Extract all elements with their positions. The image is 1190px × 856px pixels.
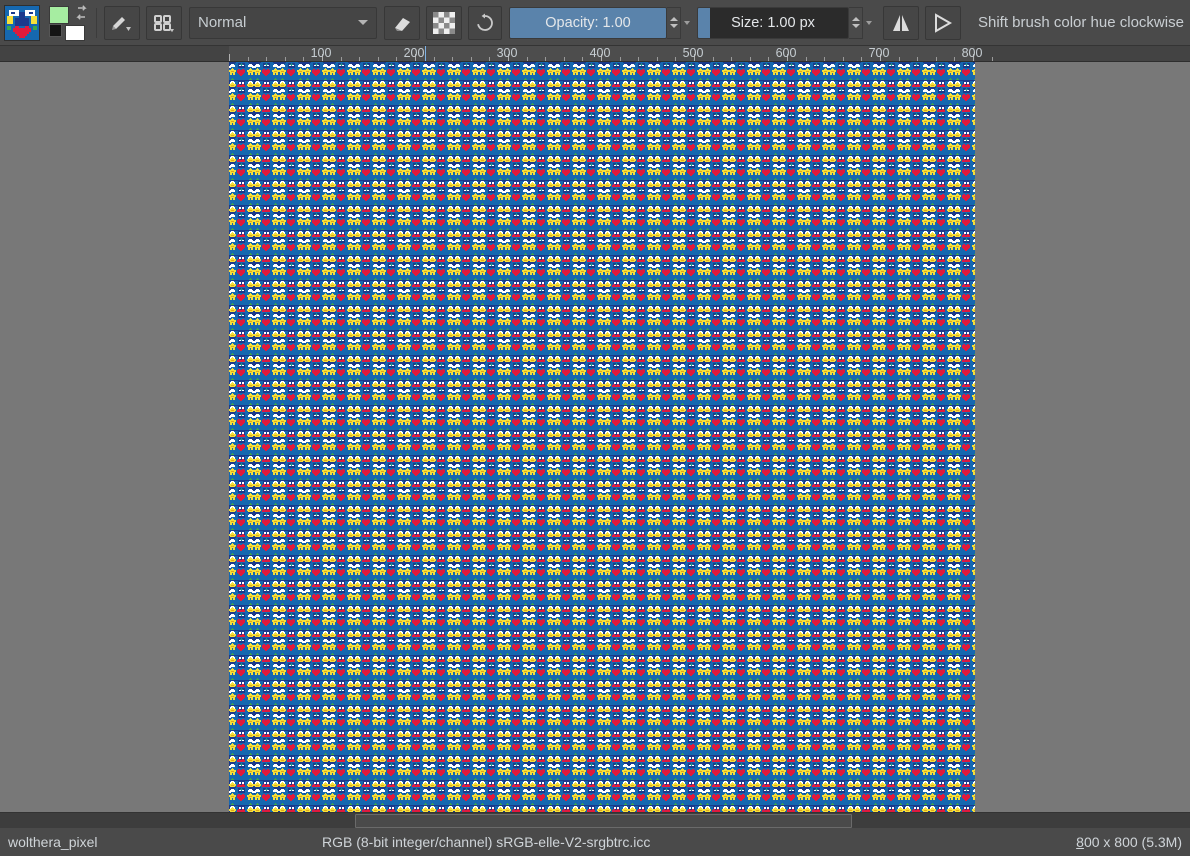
ruler-tick-minor (471, 57, 472, 61)
ruler-tick-minor (303, 57, 304, 61)
toolbar-separator (96, 8, 97, 38)
ruler-tick-minor (564, 57, 565, 61)
horizontal-scrollbar[interactable] (0, 812, 1190, 828)
brush-preset-thumbnail[interactable] (4, 5, 40, 41)
foreground-color-swatch[interactable] (49, 6, 69, 24)
ruler-label: 100 (311, 46, 332, 61)
ruler-tick-minor (657, 57, 658, 61)
ruler-tick-minor (954, 57, 955, 61)
ruler-tick-minor (341, 57, 342, 61)
status-bar: wolthera_pixel RGB (8-bit integer/channe… (0, 828, 1190, 856)
ruler-label: 600 (776, 46, 797, 61)
opacity-slider[interactable]: Opacity: 1.00 (509, 7, 667, 39)
opacity-value: Opacity: 1.00 (545, 15, 630, 31)
foreground-background-color-selector[interactable] (46, 3, 92, 43)
ruler-tick-minor (266, 57, 267, 61)
size-options-caret-icon[interactable] (863, 21, 875, 25)
reset-colors-icon[interactable] (49, 24, 62, 37)
ruler-tick-minor (917, 57, 918, 61)
ruler-tick-minor (675, 57, 676, 61)
canvas-area[interactable] (0, 62, 1190, 812)
status-dimensions[interactable]: 800 x 800 (5.3M) (1076, 834, 1182, 850)
ruler-tick-minor (396, 57, 397, 61)
ruler-tick-minor (638, 57, 639, 61)
size-slider-fill (698, 8, 710, 38)
ruler-label: 800 (962, 46, 983, 61)
ruler-tick-minor (285, 57, 286, 61)
eraser-mode-button[interactable] (384, 6, 420, 40)
preset-chooser-button[interactable] (146, 6, 182, 40)
blending-mode-value: Normal (198, 14, 246, 31)
image-canvas[interactable] (229, 62, 975, 812)
size-spinner[interactable] (849, 7, 863, 39)
ruler-tick-minor (768, 57, 769, 61)
ruler-tick-minor (545, 57, 546, 61)
ruler-tick-minor (750, 57, 751, 61)
chevron-down-icon (358, 20, 368, 25)
status-dimensions-prefix: 8 (1076, 834, 1084, 850)
opacity-spinner[interactable] (667, 7, 681, 39)
ruler-label: 500 (683, 46, 704, 61)
mirror-vertical-button[interactable] (925, 6, 961, 40)
ruler-tick-minor (527, 57, 528, 61)
ruler-label: 200 (404, 46, 425, 61)
reload-preset-button[interactable] (468, 6, 502, 40)
ruler-label: 700 (869, 46, 890, 61)
ruler-tick-minor (824, 57, 825, 61)
ruler-tick-minor (582, 57, 583, 61)
ruler-tick-minor (620, 57, 621, 61)
ruler-label: 400 (590, 46, 611, 61)
ruler-tick-minor (378, 57, 379, 61)
background-color-swatch[interactable] (65, 25, 85, 41)
ruler-tick-minor (992, 57, 993, 61)
mirror-horizontal-button[interactable] (883, 6, 919, 40)
ruler-tick-minor (843, 57, 844, 61)
status-document-name: wolthera_pixel (8, 834, 98, 850)
horizontal-ruler[interactable]: 100 200 300 400 500 600 700 800 (0, 46, 1190, 62)
ruler-tick-minor (731, 57, 732, 61)
horizontal-scrollbar-handle[interactable] (355, 814, 852, 828)
ruler-label: 300 (497, 46, 518, 61)
ruler-tick-minor (861, 57, 862, 61)
ruler-tick-minor (489, 57, 490, 61)
main-toolbar: Normal Opacit (0, 0, 1190, 46)
ruler-tick-minor (452, 57, 453, 61)
current-action-label: Shift brush color hue clockwise (978, 14, 1184, 31)
status-dimensions-rest: 00 x 800 (5.3M) (1084, 834, 1182, 850)
preserve-alpha-button[interactable] (426, 6, 462, 40)
blending-mode-combobox[interactable]: Normal (189, 7, 377, 39)
ruler-tick-minor (248, 57, 249, 61)
ruler-tick-minor (936, 57, 937, 61)
krita-window: Normal Opacit (0, 0, 1190, 856)
ruler-cursor-marker (425, 46, 426, 62)
ruler-tick-minor (434, 57, 435, 61)
size-slider[interactable]: Size: 1.00 px (697, 7, 849, 39)
ruler-tick-minor (713, 57, 714, 61)
ruler-tick-minor (359, 57, 360, 61)
ruler-tick-major (229, 54, 230, 61)
status-color-space: RGB (8-bit integer/channel) sRGB-elle-V2… (322, 834, 650, 850)
opacity-options-caret-icon[interactable] (681, 21, 693, 25)
size-value: Size: 1.00 px (731, 15, 815, 31)
brush-editor-button[interactable] (104, 6, 140, 40)
swap-colors-icon[interactable] (74, 5, 90, 21)
ruler-tick-minor (899, 57, 900, 61)
ruler-tick-minor (806, 57, 807, 61)
